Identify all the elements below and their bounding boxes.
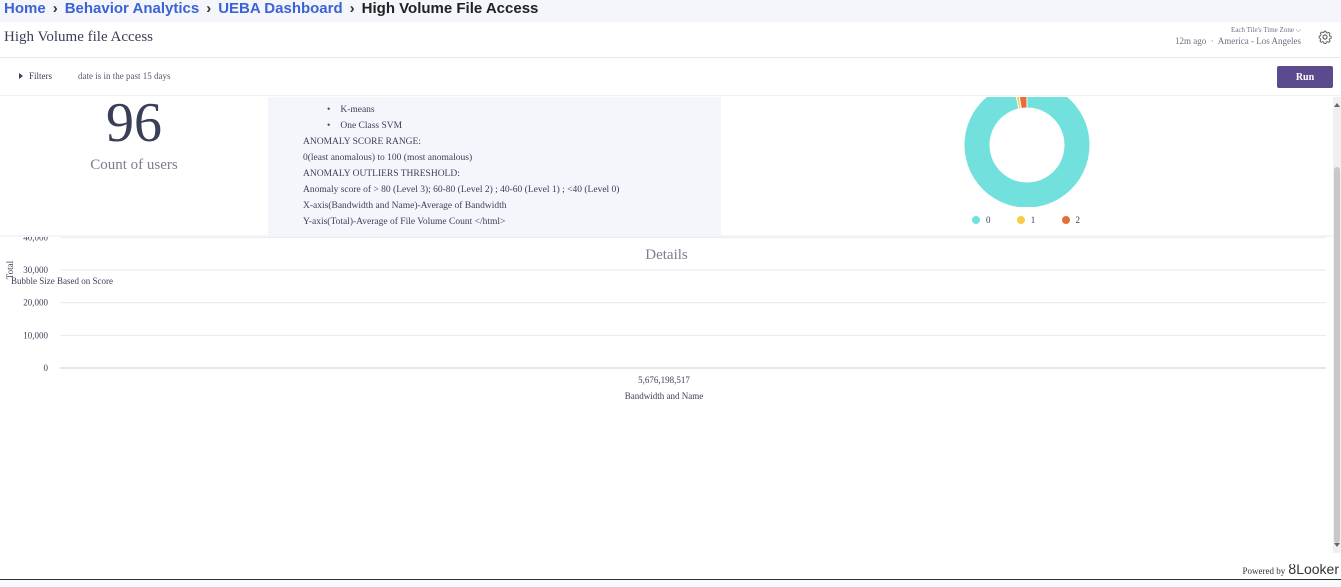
x-axis-label: Bandwidth and Name xyxy=(625,391,703,401)
y-tick-label: 0 xyxy=(44,363,49,373)
note-line: ANOMALY OUTLIERS THRESHOLD: xyxy=(303,169,460,179)
scroll-down-icon[interactable] xyxy=(1334,543,1340,547)
breadcrumb-separator: › xyxy=(52,0,58,17)
breadcrumb-separator: › xyxy=(349,0,355,17)
count-label: Count of users xyxy=(90,157,178,173)
filter-summary: date is in the past 15 days xyxy=(78,71,171,81)
scroll-up-icon[interactable] xyxy=(1334,103,1340,107)
timezone-info: Each Tile's Time Zone ⌵ 12m ago · Americ… xyxy=(1175,26,1301,46)
donut-chart-tile: 0 1 2 xyxy=(721,97,1333,235)
filter-bar: Filters date is in the past 15 days xyxy=(0,58,1341,96)
legend-item-1[interactable]: 1 xyxy=(1016,215,1036,225)
list-item: K-means xyxy=(340,102,402,118)
note-line: 0(least anomalous) to 100 (most anomalou… xyxy=(303,153,473,163)
looker-icon: ȣ xyxy=(1288,561,1297,577)
y-tick-label: 30,000 xyxy=(23,265,48,275)
donut-slice-0[interactable] xyxy=(963,97,1091,207)
breadcrumb-separator: › xyxy=(206,0,212,17)
timezone-value: America - Los Angeles xyxy=(1217,36,1301,46)
caret-right-icon xyxy=(19,73,23,79)
breadcrumb-behavior-analytics[interactable]: Behavior Analytics xyxy=(65,0,200,17)
powered-by: Powered by ȣLooker xyxy=(1243,561,1339,577)
dashboard-title: High Volume file Access xyxy=(4,29,154,45)
legend-item-0[interactable]: 0 xyxy=(972,215,991,225)
run-button[interactable]: Run xyxy=(1277,66,1333,88)
timezone-label: Each Tile's Time Zone xyxy=(1231,26,1294,34)
legend-dot xyxy=(1061,216,1070,224)
y-tick-label: 20,000 xyxy=(23,298,48,308)
notes-text: ANOMALY SCORE RANGE: 0(least anomalous) … xyxy=(303,134,619,230)
filters-label: Filters xyxy=(29,71,53,81)
bubble-chart: 010,00020,00030,00040,00050,00060,0005,6… xyxy=(5,237,1326,401)
looker-logo: ȣLooker xyxy=(1288,561,1339,577)
note-line: Y-axis(Total)-Average of File Volume Cou… xyxy=(303,217,506,227)
dashboard-canvas: 96 Count of users K-means One Class SVM … xyxy=(0,97,1333,553)
donut-legend: 0 1 2 xyxy=(972,215,1104,225)
looker-brand: Looker xyxy=(1296,561,1339,577)
donut-chart xyxy=(963,97,1091,207)
filters-toggle[interactable]: Filters xyxy=(19,71,52,81)
scroll-thumb[interactable] xyxy=(1334,167,1340,543)
powered-by-label: Powered by xyxy=(1242,566,1286,576)
last-updated: 12m ago xyxy=(1175,36,1207,46)
timezone-selector[interactable]: Each Tile's Time Zone ⌵ xyxy=(1175,26,1301,35)
chevron-down-icon: ⌵ xyxy=(1295,26,1301,34)
note-line: X-axis(Bandwidth and Name)-Average of Ba… xyxy=(303,201,507,211)
list-item: One Class SVM xyxy=(340,118,402,134)
x-tick-label: 5,676,198,517 xyxy=(638,375,690,385)
model-notes-tile: K-means One Class SVM ANOMALY SCORE RANG… xyxy=(271,97,718,235)
gear-icon[interactable] xyxy=(1318,30,1332,44)
scrollbar[interactable] xyxy=(1333,97,1341,553)
legend-dot xyxy=(1016,216,1025,224)
y-axis-label: Total xyxy=(5,260,15,279)
legend-dot xyxy=(972,216,980,224)
taskbar-strip xyxy=(0,580,1341,587)
dashboard-header: High Volume file Access Each Tile's Time… xyxy=(0,22,1341,58)
breadcrumb: Home › Behavior Analytics › UEBA Dashboard › H… xyxy=(0,0,1341,22)
y-tick-label: 40,000 xyxy=(23,237,48,242)
breadcrumb-current: High Volume File Access xyxy=(361,0,539,17)
details-chart-tile: Details Bubble Size Based on Score 0 10,0… xyxy=(0,237,1333,553)
count-users-tile: 96 Count of users xyxy=(0,97,268,235)
breadcrumb-home[interactable]: Home xyxy=(4,0,46,17)
legend-label: 2 xyxy=(1075,215,1081,225)
legend-label: 0 xyxy=(986,215,991,225)
algorithm-list: K-means One Class SVM xyxy=(340,102,402,134)
legend-label: 1 xyxy=(1030,215,1036,225)
note-line: ANOMALY SCORE RANGE: xyxy=(303,137,421,147)
note-line: Anomaly score of > 80 (Level 3); 60-80 (… xyxy=(303,185,620,195)
footer: Powered by ȣLooker xyxy=(0,553,1341,580)
breadcrumb-ueba-dashboard[interactable]: UEBA Dashboard xyxy=(218,0,342,17)
count-value: 96 xyxy=(106,97,162,154)
y-tick-label: 10,000 xyxy=(23,330,48,340)
legend-item-2[interactable]: 2 xyxy=(1061,215,1081,225)
